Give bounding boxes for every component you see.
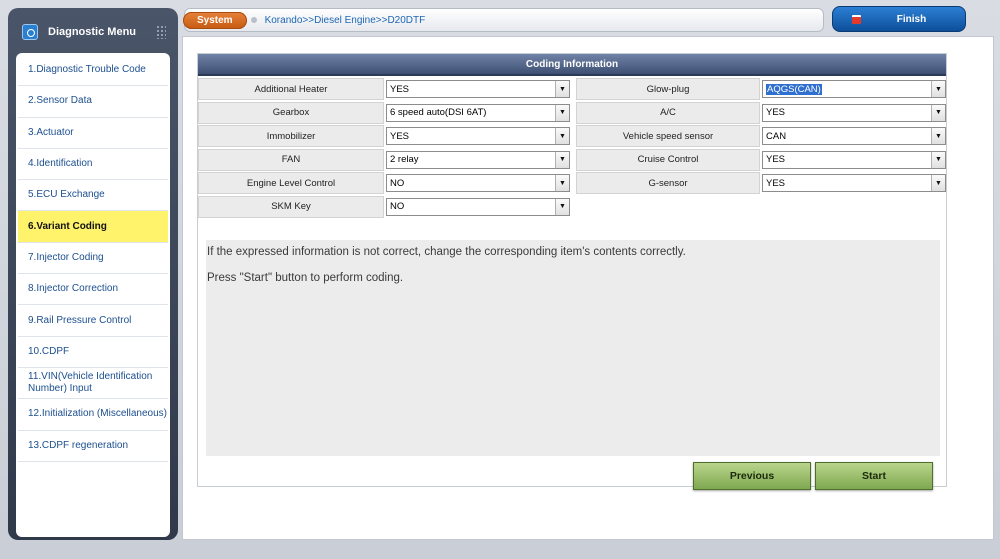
dropdown-value: YES <box>390 130 410 142</box>
dropdown-arrow-icon[interactable]: ▼ <box>931 128 945 144</box>
message-area: If the expressed information is not corr… <box>206 240 940 456</box>
menu-item[interactable]: 8.Injector Correction <box>18 274 168 306</box>
coding-row: Cruise Control YES ▼ <box>576 148 946 171</box>
dropdown-arrow-icon[interactable]: ▼ <box>555 151 569 168</box>
coding-row: SKM Key NO ▼ <box>198 195 570 218</box>
field-label: Additional Heater <box>198 78 384 100</box>
field-label: Gearbox <box>198 101 384 124</box>
coding-grid: Additional Heater YES ▼ Gearbox 6 speed auto… <box>198 76 946 226</box>
value-dropdown[interactable]: YES ▼ <box>762 150 946 169</box>
value-dropdown[interactable]: 6 speed auto(DSI 6AT) ▼ <box>386 103 570 122</box>
exit-icon <box>851 14 861 24</box>
instruction-text: Press "Start" button to perform coding. <box>207 272 404 284</box>
panel-title: Coding Information <box>198 54 946 76</box>
coding-information-panel: Coding Information Additional Heater YES ▼… <box>197 53 947 487</box>
dropdown-arrow-icon[interactable]: ▼ <box>555 175 569 191</box>
dropdown-arrow-icon[interactable]: ▼ <box>931 175 945 191</box>
field-label: SKM Key <box>198 195 384 218</box>
menu-item[interactable]: 5.ECU Exchange <box>18 180 168 212</box>
dropdown-value: YES <box>766 177 786 189</box>
value-dropdown[interactable]: AQGS(CAN) ▼ <box>762 80 946 98</box>
grip-icon[interactable] <box>156 25 166 39</box>
coding-row: Vehicle speed sensor CAN ▼ <box>576 125 946 147</box>
menu-item[interactable]: 12.Initialization (Miscellaneous) <box>18 399 168 431</box>
menu-item[interactable]: 6.Variant Coding <box>18 211 168 243</box>
dropdown-arrow-icon[interactable]: ▼ <box>555 128 569 144</box>
menu-item[interactable]: 4.Identification <box>18 149 168 181</box>
menu-item[interactable]: 10.CDPF <box>18 337 168 368</box>
dropdown-value: YES <box>766 107 786 118</box>
coding-row: Additional Heater YES ▼ <box>198 78 570 100</box>
dropdown-value: YES <box>390 83 410 95</box>
finish-button[interactable]: Finish <box>832 6 966 32</box>
field-label: Engine Level Control <box>198 172 384 194</box>
field-label: Cruise Control <box>576 148 760 171</box>
field-label: Vehicle speed sensor <box>576 125 760 147</box>
value-dropdown[interactable]: CAN ▼ <box>762 127 946 145</box>
menu-item[interactable]: 11.VIN(Vehicle Identification Number) In… <box>18 368 168 400</box>
coding-row: Glow-plug AQGS(CAN) ▼ <box>576 78 946 100</box>
menu-item[interactable]: 3.Actuator <box>18 118 168 149</box>
value-dropdown[interactable]: NO ▼ <box>386 197 570 216</box>
dropdown-value: NO <box>390 177 405 189</box>
coding-row: Gearbox 6 speed auto(DSI 6AT) ▼ <box>198 101 570 124</box>
dropdown-arrow-icon[interactable]: ▼ <box>931 151 945 168</box>
value-dropdown[interactable]: YES ▼ <box>386 127 570 145</box>
dropdown-value: CAN <box>766 130 787 142</box>
finish-label: Finish <box>896 13 927 25</box>
field-label: G-sensor <box>576 172 760 194</box>
value-dropdown[interactable]: YES ▼ <box>762 103 946 122</box>
dropdown-arrow-icon[interactable]: ▼ <box>555 198 569 215</box>
field-label: FAN <box>198 148 384 171</box>
value-dropdown[interactable]: YES ▼ <box>762 174 946 192</box>
coding-row: Engine Level Control NO ▼ <box>198 172 570 194</box>
value-dropdown[interactable]: YES ▼ <box>386 80 570 98</box>
value-dropdown[interactable]: NO ▼ <box>386 174 570 192</box>
sidebar-header: Diagnostic Menu <box>16 16 170 48</box>
dropdown-arrow-icon[interactable]: ▼ <box>931 81 945 97</box>
coding-row: G-sensor YES ▼ <box>576 172 946 194</box>
field-label: Glow-plug <box>576 78 760 100</box>
dropdown-value: YES <box>766 154 786 165</box>
value-dropdown[interactable]: 2 relay ▼ <box>386 150 570 169</box>
breadcrumb: Korando>>Diesel Engine>>D20DTF <box>264 14 426 26</box>
diagnostic-logo-icon <box>22 24 38 40</box>
menu-item[interactable]: 9.Rail Pressure Control <box>18 305 168 337</box>
dropdown-value: AQGS(CAN) <box>766 83 822 95</box>
sidebar-title: Diagnostic Menu <box>48 26 137 38</box>
previous-button[interactable]: Previous <box>693 462 811 490</box>
path-dot-icon <box>250 17 257 23</box>
field-label: Immobilizer <box>198 125 384 147</box>
system-badge[interactable]: System <box>183 11 247 29</box>
menu-item[interactable]: 1.Diagnostic Trouble Code <box>18 55 168 87</box>
instruction-text: If the expressed information is not corr… <box>207 246 686 258</box>
dropdown-arrow-icon[interactable]: ▼ <box>555 104 569 121</box>
dropdown-value: 6 speed auto(DSI 6AT) <box>390 107 487 118</box>
dropdown-arrow-icon[interactable]: ▼ <box>555 81 569 97</box>
main-content: Coding Information Additional Heater YES ▼… <box>182 36 994 540</box>
coding-row: Immobilizer YES ▼ <box>198 125 570 147</box>
dropdown-value: NO <box>390 201 405 212</box>
path-bar: System Korando>>Diesel Engine>>D20DTF <box>183 8 824 32</box>
sidebar: Diagnostic Menu 1.Diagnostic Trouble Cod… <box>8 8 178 540</box>
dropdown-value: 2 relay <box>390 154 419 165</box>
menu-item[interactable]: 13.CDPF regeneration <box>18 431 168 462</box>
dropdown-arrow-icon[interactable]: ▼ <box>931 104 945 121</box>
menu-item[interactable]: 7.Injector Coding <box>18 243 168 275</box>
coding-row: A/C YES ▼ <box>576 101 946 124</box>
start-button[interactable]: Start <box>815 462 933 490</box>
diagnostic-menu: 1.Diagnostic Trouble Code 2.Sensor Data 3.… <box>16 53 170 537</box>
menu-item[interactable]: 2.Sensor Data <box>18 86 168 118</box>
coding-row: FAN 2 relay ▼ <box>198 148 570 171</box>
field-label: A/C <box>576 101 760 124</box>
